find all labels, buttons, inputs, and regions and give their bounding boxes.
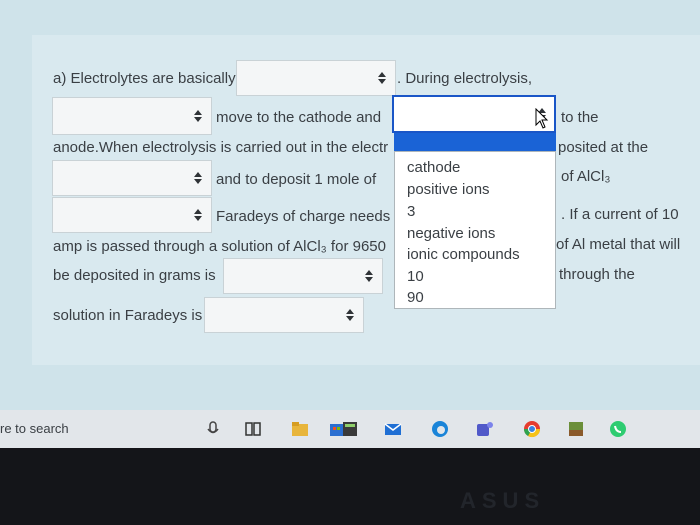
answer-select-2[interactable]	[52, 97, 212, 135]
answer-select-6[interactable]	[223, 258, 383, 294]
select-arrow-icon	[364, 270, 374, 284]
answer-select-1[interactable]	[236, 60, 396, 96]
dropdown-option[interactable]: 3	[407, 203, 415, 220]
question-text: through the	[559, 266, 635, 283]
select-arrow-icon	[193, 172, 203, 186]
dropdown-option[interactable]: negative ions	[407, 225, 495, 242]
dropdown-option[interactable]: positive ions	[407, 181, 490, 198]
calculator-icon[interactable]	[340, 419, 360, 439]
select-arrow-icon	[193, 209, 203, 223]
question-text: move to the cathode and	[216, 109, 382, 126]
dropdown-option[interactable]: ionic compounds	[407, 246, 520, 263]
dropdown-list: cathode positive ions 3 negative ions io…	[394, 151, 556, 309]
select-arrow-icon	[345, 309, 355, 323]
question-text: of AlCl₃	[561, 168, 611, 185]
screen: a) Electrolytes are basically . During e…	[0, 0, 700, 445]
taskbar-search[interactable]: re to search	[0, 421, 69, 436]
minecraft-icon[interactable]	[566, 419, 586, 439]
question-text: anode.When electrolysis is carried out i…	[53, 139, 389, 156]
dropdown-highlight	[394, 133, 556, 151]
dropdown-option[interactable]: 10	[407, 268, 424, 285]
question-text: to the	[561, 109, 599, 126]
question-text: solution in Faradeys is	[53, 307, 203, 324]
mail-icon[interactable]	[383, 419, 403, 439]
teams-icon[interactable]	[474, 419, 494, 439]
dropdown-option[interactable]: 90	[407, 289, 424, 306]
microphone-icon[interactable]	[203, 419, 223, 439]
question-text: be deposited in grams is	[53, 267, 216, 284]
question-text: . If a current of 10	[561, 206, 679, 223]
question-text: Faradeys of charge needs	[216, 208, 391, 225]
question-text: amp is passed through a solution of AlCl…	[53, 238, 386, 255]
chrome-icon[interactable]	[522, 419, 542, 439]
answer-select-4[interactable]	[52, 160, 212, 196]
question-text: . During electrolysis,	[397, 70, 533, 87]
answer-select-7[interactable]	[204, 297, 364, 333]
brand-logo: ASUS	[460, 488, 546, 513]
monitor-bezel	[0, 448, 700, 525]
answer-select-5[interactable]	[52, 197, 212, 233]
select-arrow-icon	[193, 110, 203, 124]
file-explorer-icon[interactable]	[290, 419, 310, 439]
select-arrow-icon	[377, 72, 387, 86]
question-text: and to deposit 1 mole of	[216, 171, 377, 188]
edge-browser-icon[interactable]	[430, 419, 450, 439]
whatsapp-icon[interactable]	[608, 419, 628, 439]
question-text: a) Electrolytes are basically	[53, 70, 236, 87]
task-view-icon[interactable]	[243, 419, 263, 439]
question-text: posited at the	[558, 139, 649, 156]
answer-select-3-open[interactable]	[392, 95, 556, 133]
dropdown-option[interactable]: cathode	[407, 159, 460, 176]
mouse-cursor-icon	[535, 108, 549, 129]
question-text: of Al metal that will	[556, 236, 681, 253]
